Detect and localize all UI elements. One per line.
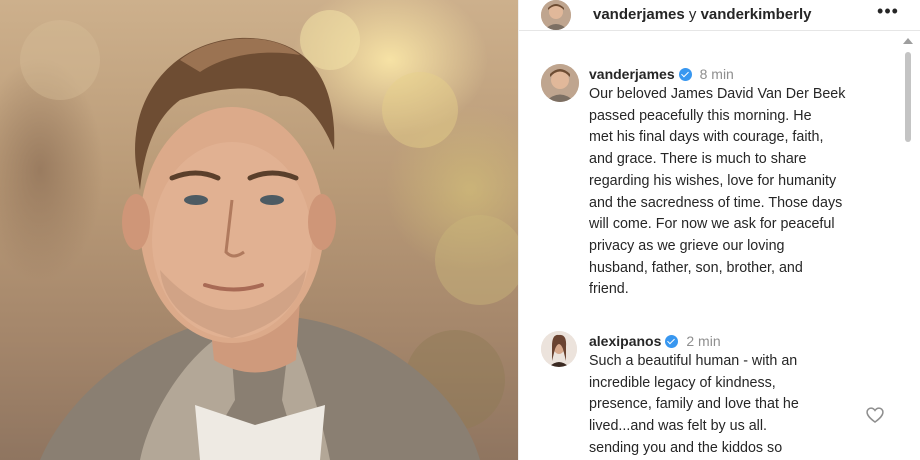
comment-text: Such a beautiful human - with an incredi… [589,353,799,456]
scrollbar-thumb[interactable] [905,52,911,142]
comment-avatar[interactable] [541,331,577,367]
portrait-illustration [20,10,518,460]
comment-entry: alexipanos 2 min Such a beautiful human -… [589,331,889,460]
post-header: vanderjames y vanderkimberly ••• [519,0,920,31]
instagram-post-view: vanderjames y vanderkimberly ••• vanderj… [0,0,920,460]
comment-username[interactable]: alexipanos [589,333,661,349]
header-usernames: vanderjames y vanderkimberly [593,6,811,23]
comment-meta: alexipanos 2 min [589,331,889,351]
post-photo[interactable] [0,0,518,460]
header-joiner: y [684,6,701,23]
more-options-icon[interactable]: ••• [875,2,901,22]
header-user2[interactable]: vanderkimberly [701,6,812,23]
heart-icon[interactable] [865,405,885,425]
header-user1[interactable]: vanderjames [593,6,685,23]
caption-meta: vanderjames 8 min [589,64,889,84]
scroll-up-arrow-icon[interactable] [903,38,913,44]
post-details-panel: vanderjames y vanderkimberly ••• vanderj… [518,0,920,460]
verified-badge-icon [665,335,679,348]
verified-badge-icon [678,68,692,81]
caption-avatar[interactable] [541,64,579,102]
caption-text: Our beloved James David Van Der Beek pas… [589,86,846,298]
caption-time[interactable]: 8 min [700,66,734,82]
comment-time[interactable]: 2 min [686,333,720,349]
caption-entry: vanderjames 8 min Our beloved James David… [589,64,889,301]
caption-username[interactable]: vanderjames [589,66,675,82]
header-avatar[interactable] [541,0,571,30]
